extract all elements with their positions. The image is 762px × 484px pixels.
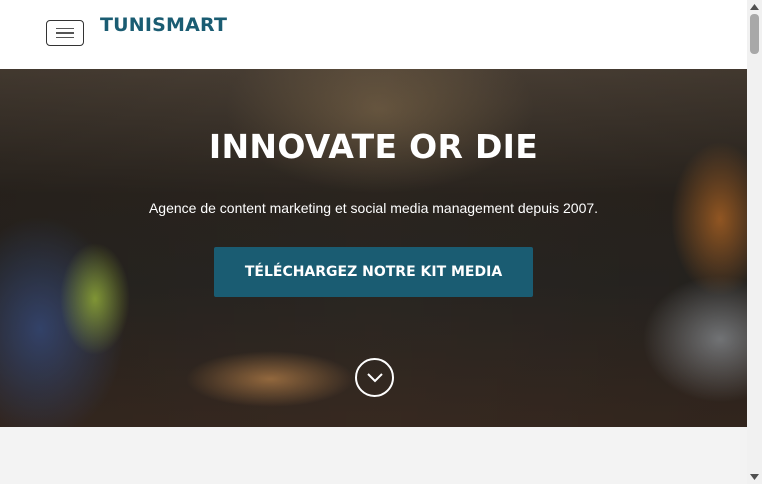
download-media-kit-button[interactable]: TÉLÉCHARGEZ NOTRE KIT MEDIA: [214, 247, 533, 297]
hero-title: INNOVATE OR DIE: [208, 127, 539, 166]
next-section: [0, 427, 747, 484]
hamburger-menu-icon: [56, 36, 74, 39]
vertical-scrollbar[interactable]: [747, 0, 762, 484]
brand-logo[interactable]: TUNISMART: [100, 14, 227, 36]
navbar: TUNISMART: [0, 0, 747, 69]
menu-toggle-button[interactable]: [46, 20, 84, 46]
hamburger-menu-icon: [56, 32, 74, 34]
scroll-down-button[interactable]: [355, 358, 394, 397]
hero-section: INNOVATE OR DIE Agence de content market…: [0, 69, 747, 427]
hamburger-menu-icon: [56, 27, 74, 30]
scroll-down-arrow-icon[interactable]: [747, 470, 762, 484]
scrollbar-thumb[interactable]: [750, 14, 759, 54]
scroll-up-arrow-icon[interactable]: [747, 0, 762, 14]
hero-subtitle: Agence de content marketing et social me…: [148, 200, 599, 216]
chevron-down-icon: [366, 372, 383, 382]
